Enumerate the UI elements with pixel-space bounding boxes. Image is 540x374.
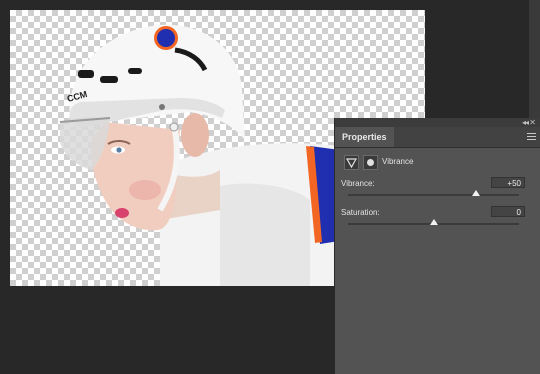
saturation-control: Saturation: 0 [335, 206, 540, 242]
saturation-value-field[interactable]: 0 [491, 206, 525, 217]
vibrance-label: Vibrance: [341, 179, 375, 188]
vibrance-slider-track[interactable] [348, 194, 519, 196]
panel-menu-icon[interactable] [527, 133, 536, 142]
tab-properties[interactable]: Properties [335, 127, 394, 147]
saturation-label: Saturation: [341, 208, 380, 217]
panel-tabbar: Properties [335, 127, 540, 148]
collapse-icon[interactable]: ◂◂ ✕ [522, 118, 536, 127]
adjustment-header: Vibrance [335, 151, 540, 173]
panel-title-strip[interactable]: ◂◂ ✕ [335, 118, 540, 127]
layer-mask-icon[interactable] [363, 155, 378, 170]
saturation-slider-thumb[interactable] [429, 219, 438, 225]
vibrance-value-field[interactable]: +50 [491, 177, 525, 188]
vibrance-slider-thumb[interactable] [472, 190, 481, 196]
properties-panel: ◂◂ ✕ Properties Vibrance Vibrance: +50 S… [334, 118, 540, 374]
vibrance-adjustment-icon[interactable] [344, 155, 359, 170]
adjustment-name: Vibrance [382, 157, 414, 166]
